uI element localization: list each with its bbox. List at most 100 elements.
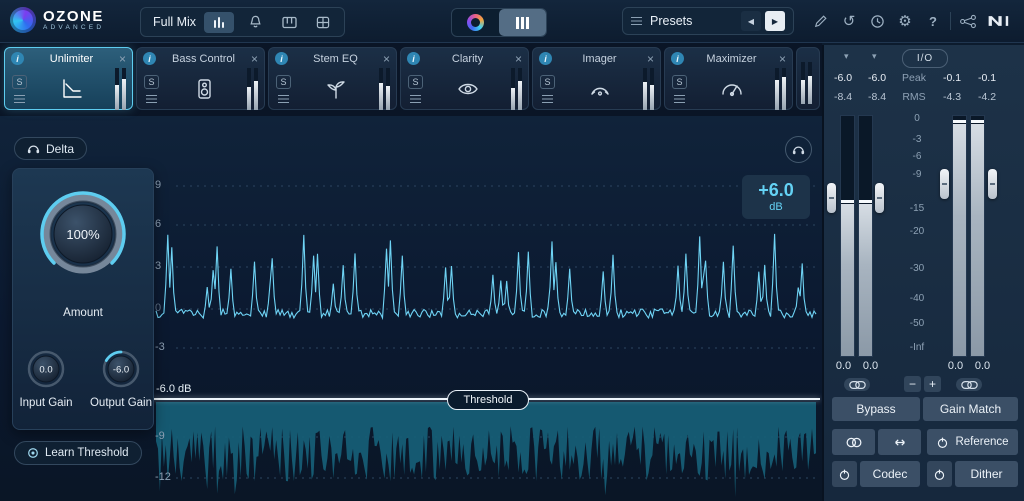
toolbar-divider <box>950 12 951 30</box>
meter-scale-label: -Inf <box>900 342 934 353</box>
learn-threshold-button[interactable]: Learn Threshold <box>14 441 142 465</box>
info-icon[interactable]: i <box>11 52 24 65</box>
preset-next-button[interactable]: ▶ <box>765 11 785 31</box>
input-link-button[interactable] <box>844 378 870 391</box>
assistant-view-button[interactable] <box>452 9 499 36</box>
module-card-maximizer[interactable]: i Maximizer × S <box>664 47 793 110</box>
module-name: Clarity <box>424 53 511 65</box>
module-meter <box>643 68 654 110</box>
meter-options-chevron-icon[interactable]: ▾ <box>844 51 849 62</box>
close-icon[interactable]: × <box>779 53 786 65</box>
presets-selector[interactable]: Presets ◀ ▶ <box>622 7 794 35</box>
solo-listen-button[interactable] <box>785 136 812 163</box>
module-menu-icon[interactable] <box>146 95 157 104</box>
output-gain-knob[interactable]: -6.0 <box>99 347 143 391</box>
input-trim-slider-left[interactable] <box>827 183 836 213</box>
keys-segment[interactable] <box>276 12 302 33</box>
vocals-segment[interactable] <box>242 12 268 33</box>
gauge-arc-icon <box>559 76 640 102</box>
logo-subtitle: ADVANCED <box>43 24 104 31</box>
presets-label: Presets <box>650 14 692 28</box>
drums-segment[interactable] <box>310 12 336 33</box>
reference-button[interactable]: Reference <box>927 429 1018 455</box>
info-icon[interactable]: i <box>539 52 552 65</box>
output-link-button[interactable] <box>956 378 982 391</box>
eye-icon <box>427 76 508 102</box>
preset-prev-button[interactable]: ◀ <box>741 11 761 31</box>
info-icon[interactable]: i <box>671 52 684 65</box>
rms-label: RMS <box>894 91 934 103</box>
close-icon[interactable]: × <box>515 53 522 65</box>
module-menu-icon[interactable] <box>542 95 553 104</box>
info-icon[interactable]: i <box>143 52 156 65</box>
module-card-bass-control[interactable]: i Bass Control × S <box>136 47 265 110</box>
solo-button[interactable]: S <box>276 75 291 89</box>
full-mix-segment[interactable] <box>204 12 234 33</box>
close-icon[interactable]: × <box>383 53 390 65</box>
gain-plus-button[interactable]: + <box>924 376 941 392</box>
input-gain-knob[interactable]: 0.0 <box>24 347 68 391</box>
bypass-button[interactable]: Bypass <box>832 397 920 421</box>
module-card-unlimiter[interactable]: i Unlimiter × S <box>4 47 133 110</box>
stereo-width-button[interactable] <box>878 429 921 455</box>
output-trim-slider-right[interactable] <box>988 169 997 199</box>
module-name: Stem EQ <box>292 53 379 65</box>
info-icon[interactable]: i <box>275 52 288 65</box>
stereo-mode-button[interactable] <box>832 429 875 455</box>
gain-readout[interactable]: +6.0 dB <box>742 175 810 219</box>
history-button[interactable] <box>866 10 888 32</box>
headphones-icon <box>792 144 805 155</box>
peak-label: Peak <box>894 72 934 84</box>
module-card-stem-eq[interactable]: i Stem EQ × S <box>268 47 397 110</box>
axis-label: -3 <box>155 341 181 353</box>
solo-button[interactable]: S <box>12 75 27 89</box>
module-menu-icon[interactable] <box>14 95 25 104</box>
amount-knob[interactable]: 100% <box>40 191 126 277</box>
axis-label: -12 <box>155 471 181 483</box>
codec-button[interactable]: Codec <box>860 461 920 487</box>
module-card-clarity[interactable]: i Clarity × S <box>400 47 529 110</box>
close-icon[interactable]: × <box>251 53 258 65</box>
meter-needle-icon <box>691 76 772 102</box>
delta-label: Delta <box>46 142 74 156</box>
module-menu-icon[interactable] <box>278 95 289 104</box>
gain-minus-button[interactable]: − <box>904 376 921 392</box>
info-icon[interactable]: i <box>407 52 420 65</box>
output-trim-slider-left[interactable] <box>940 169 949 199</box>
codec-power-button[interactable] <box>832 461 857 487</box>
module-card-partial[interactable] <box>796 47 820 110</box>
detailed-view-button[interactable] <box>499 9 546 36</box>
close-icon[interactable]: × <box>119 53 126 65</box>
solo-button[interactable]: S <box>540 75 555 89</box>
solo-button[interactable]: S <box>408 75 423 89</box>
close-icon[interactable]: × <box>647 53 654 65</box>
dither-power-button[interactable] <box>927 461 952 487</box>
output-offset-right: 0.0 <box>975 360 990 372</box>
module-card-imager[interactable]: i Imager × S <box>532 47 661 110</box>
dither-button[interactable]: Dither <box>955 461 1018 487</box>
meter-options-chevron-icon[interactable]: ▾ <box>872 51 877 62</box>
io-toggle[interactable]: I/O <box>902 49 948 68</box>
gain-match-button[interactable]: Gain Match <box>923 397 1018 421</box>
settings-gear-button[interactable]: ⚙ <box>894 10 916 32</box>
solo-button[interactable]: S <box>144 75 159 89</box>
input-spectrum-line <box>156 234 816 318</box>
help-button[interactable]: ? <box>922 10 944 32</box>
module-name: Imager <box>556 53 643 65</box>
threshold-handle[interactable]: Threshold <box>447 390 529 410</box>
input-trim-slider-right[interactable] <box>875 183 884 213</box>
keys-icon <box>282 16 297 29</box>
module-menu-icon[interactable] <box>410 95 421 104</box>
undo-button[interactable]: ↺ <box>838 10 860 32</box>
amount-label: Amount <box>13 307 153 319</box>
solo-button[interactable]: S <box>672 75 687 89</box>
rms-in-right: -8.4 <box>860 91 894 103</box>
drums-icon <box>316 16 330 29</box>
amount-value: 100% <box>66 227 100 242</box>
edit-pencil-button[interactable] <box>810 10 832 32</box>
module-menu-icon[interactable] <box>674 95 685 104</box>
signal-chain-button[interactable] <box>957 10 979 32</box>
delta-button[interactable]: Delta <box>14 137 87 160</box>
peak-out-right: -0.1 <box>970 72 1004 84</box>
stem-focus-selector[interactable]: Full Mix <box>140 7 345 37</box>
